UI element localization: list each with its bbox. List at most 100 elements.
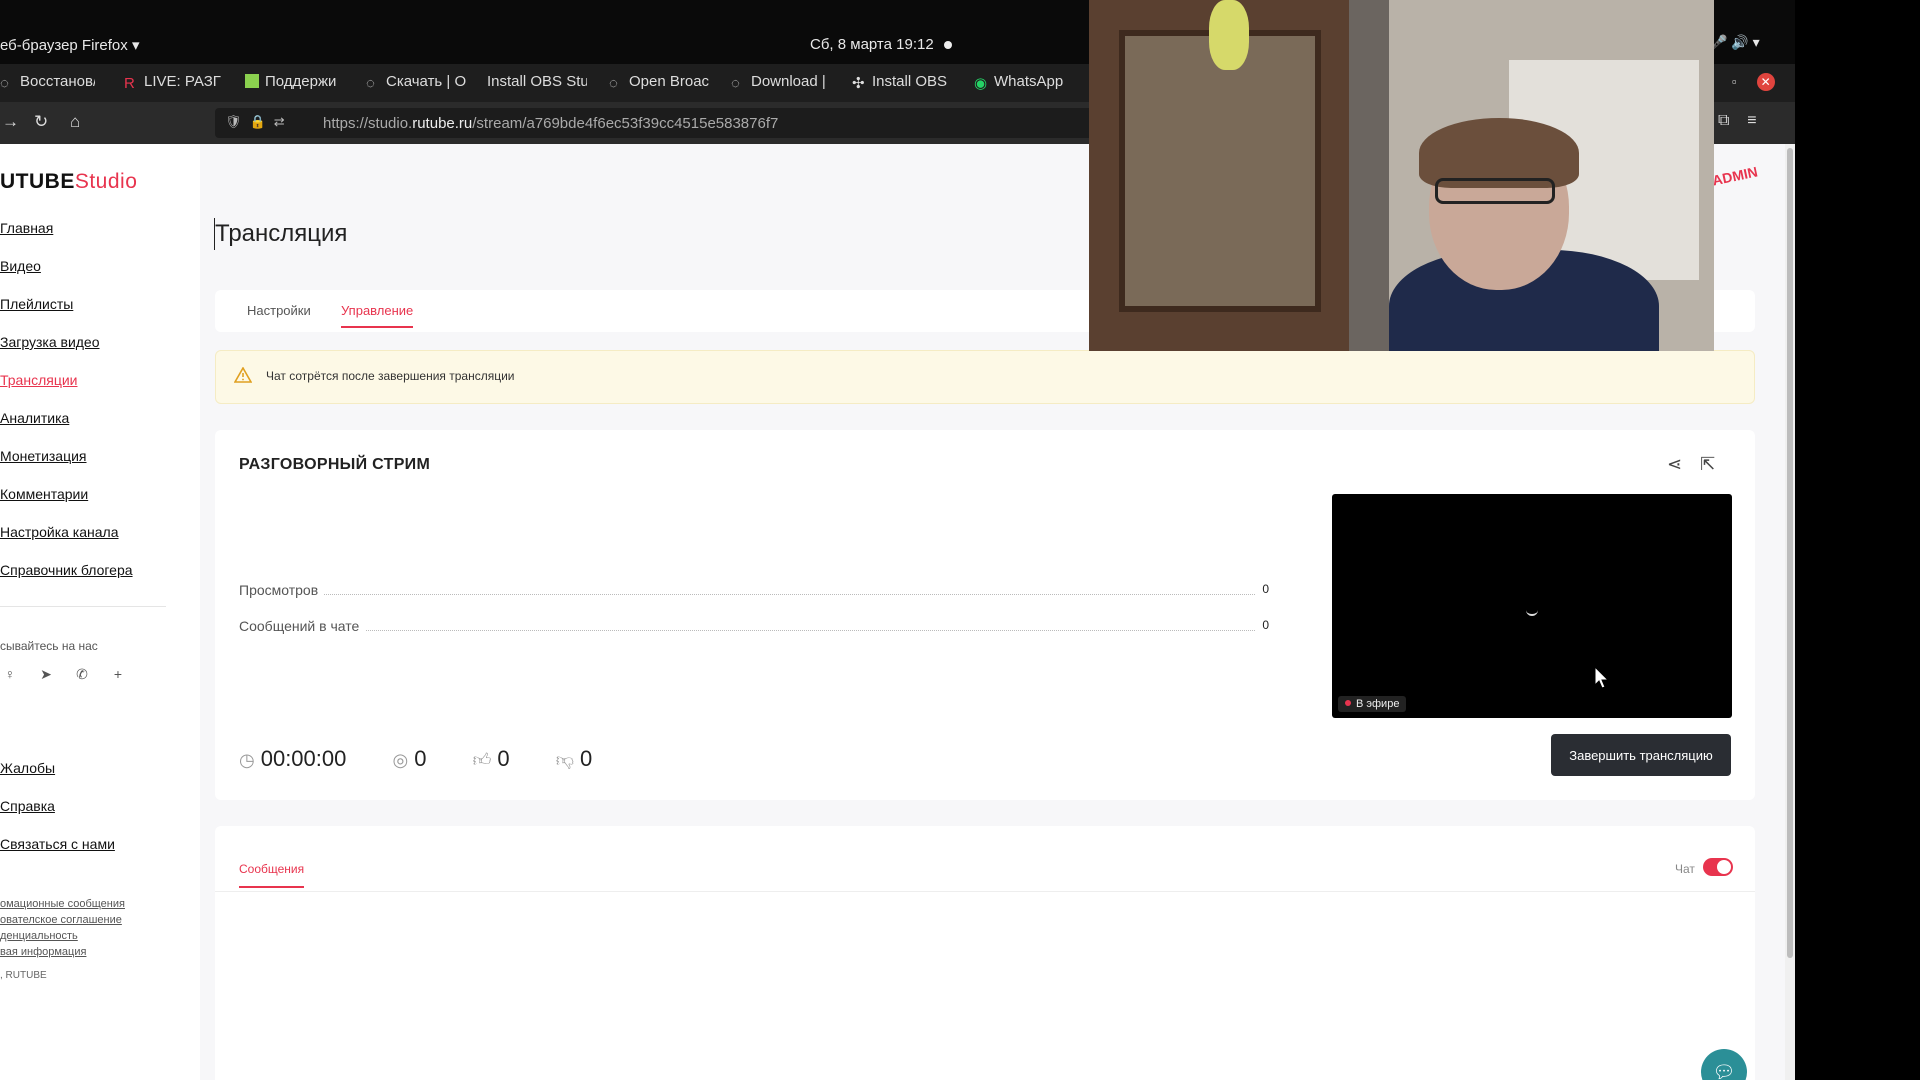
security-icons: 🛡🔒⇄	[225, 114, 293, 129]
live-badge: В эфире	[1338, 696, 1407, 712]
webcam-fruit	[1209, 0, 1249, 70]
url-text: https://studio.rutube.ru/stream/a769bde4…	[323, 115, 779, 132]
legal-links: омационные сообщения ователское соглашен…	[0, 896, 125, 960]
scrollbar-thumb[interactable]	[1787, 148, 1793, 958]
tab-management[interactable]: Управление	[341, 303, 414, 328]
stat-label: Просмотров	[239, 582, 325, 598]
sidebar-item-video[interactable]: Видео	[0, 258, 133, 277]
page-title: Трансляция	[215, 220, 348, 247]
clock-icon: ◷	[239, 750, 255, 770]
toggle-knob	[1717, 860, 1731, 874]
nav-right-icons: ⧉ ≡	[1718, 112, 1757, 130]
share-icon[interactable]: ⋖	[1667, 454, 1682, 474]
thumbs-up-icon: 👍︎	[472, 750, 492, 770]
dislikes-counter: 👎︎ 0	[555, 746, 593, 771]
menu-icon[interactable]: ≡	[1747, 112, 1756, 129]
os-clock[interactable]: Сб, 8 марта 19:12	[810, 36, 952, 53]
sidebar: UTUBEStudio Главная Видео Плейлисты Загр…	[0, 144, 200, 1080]
browser-tab[interactable]: ◉ WhatsApp	[974, 73, 1074, 90]
user-icon: ◎	[392, 750, 409, 770]
viewers-counter: ◎ 0	[392, 746, 427, 771]
likes-counter: 👍︎ 0	[472, 746, 510, 771]
stat-value: 0	[1256, 582, 1269, 596]
extensions-icon[interactable]: ⧉	[1718, 112, 1729, 129]
sidebar-item-analytics[interactable]: Аналитика	[0, 410, 133, 429]
sidebar-item-home[interactable]: Главная	[0, 220, 133, 239]
sidebar-menu: Главная Видео Плейлисты Загрузка видео Т…	[0, 220, 133, 600]
ok-icon[interactable]: ♀	[0, 666, 20, 682]
sidebar-item-streams[interactable]: Трансляции	[0, 372, 133, 391]
end-stream-button[interactable]: Завершить трансляцию	[1551, 734, 1731, 776]
chat-bubble-icon: 💬︎	[1712, 1062, 1736, 1080]
admin-badge-icon: ADMIN	[1710, 163, 1760, 189]
sidebar-item-blogger-guide[interactable]: Справочник блогера	[0, 562, 133, 581]
stat-value: 0	[1256, 618, 1269, 632]
browser-tab[interactable]: ◌ Open Broac	[609, 73, 709, 90]
sidebar-item-monetization[interactable]: Монетизация	[0, 448, 133, 467]
browser-tab[interactable]: ◌ Восстанов/	[0, 73, 95, 90]
add-icon[interactable]: +	[108, 666, 128, 682]
browser-tab[interactable]: ◌ Download |	[731, 73, 831, 90]
telegram-icon[interactable]: ➤	[36, 666, 56, 683]
warning-text: Чат сотрётся после завершения трансляции	[266, 369, 515, 383]
chat-toggle-label: Чат	[1675, 862, 1695, 876]
chat-toggle[interactable]	[1703, 858, 1733, 876]
sidebar-menu-secondary: Жалобы Справка Связаться с нами	[0, 760, 115, 874]
legal-link[interactable]: ователское соглашение	[0, 912, 125, 928]
sidebar-item-contact[interactable]: Связаться с нами	[0, 836, 115, 855]
webcam-person-glasses	[1435, 178, 1555, 204]
webcam-overlay	[1089, 0, 1714, 351]
browser-tab[interactable]: ◌ Скачать | О	[366, 73, 466, 90]
url-bar[interactable]: 🛡🔒⇄ https://studio.rutube.ru/stream/a769…	[215, 108, 1095, 138]
legal-link[interactable]: вая информация	[0, 944, 125, 960]
notification-dot-icon	[943, 41, 952, 50]
thumbs-down-icon: 👎︎	[555, 750, 575, 770]
browser-tab[interactable]: ✣ Install OBS	[852, 73, 952, 90]
sidebar-item-playlists[interactable]: Плейлисты	[0, 296, 133, 315]
logo[interactable]: UTUBEStudio	[0, 170, 137, 194]
reload-icon[interactable]: ↻	[34, 112, 48, 132]
os-tray[interactable]: 🎤 🔊 ▾	[1710, 34, 1760, 51]
stream-card: РАЗГОВОРНЫЙ СТРИМ ⋖ ⇱ Просмотров 0 Сообще…	[215, 430, 1755, 800]
sidebar-item-upload[interactable]: Загрузка видео	[0, 334, 133, 353]
stat-row-chat-messages: Сообщений в чате 0	[239, 618, 1269, 638]
tab-settings[interactable]: Настройки	[247, 303, 311, 318]
sidebar-item-channel-settings[interactable]: Настройка канала	[0, 524, 133, 543]
sidebar-item-complaints[interactable]: Жалобы	[0, 760, 115, 779]
sidebar-divider	[0, 606, 166, 607]
restore-window-icon[interactable]: ▫	[1732, 74, 1737, 89]
os-app-menu[interactable]: еб-браузер Firefox ▾	[0, 36, 139, 54]
home-icon[interactable]: ⌂	[70, 112, 80, 132]
screen: еб-браузер Firefox ▾ Сб, 8 марта 19:12 🎤…	[0, 0, 1795, 1080]
os-clock-text: Сб, 8 марта 19:12	[810, 36, 934, 53]
page-scrollbar[interactable]	[1785, 144, 1795, 1080]
legal-link[interactable]: омационные сообщения	[0, 896, 125, 912]
restore-icon: ◌	[0, 75, 9, 90]
page-icon	[245, 74, 259, 88]
warning-banner: Чат сотрётся после завершения трансляции	[215, 350, 1755, 404]
subscribe-label: сывайтесь на нас	[0, 639, 98, 653]
stat-row-views: Просмотров 0	[239, 582, 1269, 602]
stat-label: Сообщений в чате	[239, 618, 366, 634]
viber-icon[interactable]: ✆	[72, 666, 92, 683]
forward-icon[interactable]: →	[2, 112, 19, 132]
stream-preview-player[interactable]: В эфире	[1332, 494, 1732, 718]
globe-icon: ◌	[731, 75, 740, 90]
mouse-cursor-icon	[1594, 665, 1610, 695]
browser-tab[interactable]: Install OBS Stu	[487, 73, 587, 90]
browser-tab[interactable]: R LIVE: РАЗГ	[124, 73, 224, 90]
copyright: , RUTUBE	[0, 970, 47, 981]
sidebar-item-comments[interactable]: Комментарии	[0, 486, 133, 505]
tab-messages[interactable]: Сообщения	[239, 862, 305, 888]
legal-link[interactable]: денциальность	[0, 928, 125, 944]
dotted-leader	[239, 630, 1259, 631]
dotted-leader	[239, 594, 1259, 595]
browser-tab[interactable]: Поддержи	[245, 73, 345, 90]
window-controls: ▫ ✕	[1732, 73, 1775, 91]
messages-divider	[215, 891, 1755, 892]
close-window-icon[interactable]: ✕	[1756, 73, 1775, 91]
external-link-icon[interactable]: ⇱	[1700, 454, 1715, 474]
sidebar-item-help[interactable]: Справка	[0, 798, 115, 817]
stream-title: РАЗГОВОРНЫЙ СТРИМ	[239, 456, 431, 473]
duration-counter: ◷ 00:00:00	[239, 746, 347, 771]
